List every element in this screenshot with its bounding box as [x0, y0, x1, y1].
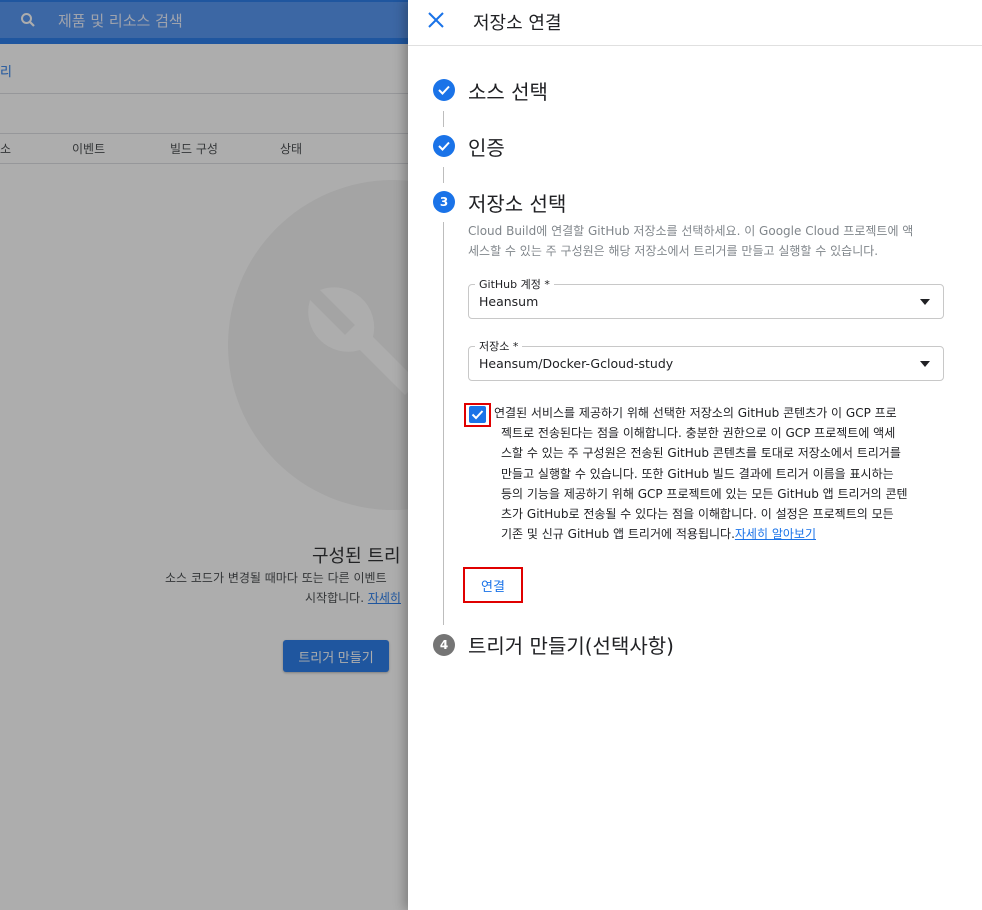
consent-line: 만들고 실행할 수 있습니다. 또한 GitHub 빌드 결과에 트리거 이름을… — [501, 466, 894, 481]
repository-label: 저장소 * — [475, 338, 523, 354]
step-3-description: Cloud Build에 연결할 GitHub 저장소를 선택하세요. 이 Go… — [468, 221, 948, 261]
step-2-title[interactable]: 인증 — [468, 132, 505, 161]
dropdown-arrow-icon — [920, 361, 930, 367]
step-4-title: 트리거 만들기(선택사항) — [468, 634, 674, 658]
consent-line: 기존 및 신규 GitHub 앱 트리거에 적용됩니다. — [501, 527, 735, 542]
description-line: Cloud Build에 연결할 GitHub 저장소를 선택하세요. 이 Go… — [468, 224, 914, 238]
step-connector — [443, 111, 444, 127]
dropdown-arrow-icon — [920, 299, 930, 305]
consent-text: 연결된 서비스를 제공하기 위해 선택한 저장소의 GitHub 콘텐츠가 이 … — [494, 403, 944, 544]
checkmark-icon — [471, 410, 484, 420]
consent-line: 츠가 GitHub로 전송될 수 있다는 점을 이해합니다. 이 설정은 프로젝… — [501, 507, 894, 522]
consent-checkbox[interactable] — [469, 406, 486, 423]
repository-value: Heansum/Docker-Gcloud-study — [479, 356, 674, 371]
step-1-check-icon — [433, 79, 455, 101]
github-account-value: Heansum — [479, 294, 539, 309]
step-connector — [443, 167, 444, 183]
connect-repository-panel: 저장소 연결 소스 선택 인증 3 저장소 선택 Cloud Build에 연결… — [408, 0, 982, 910]
step-3-connector — [443, 222, 444, 625]
step-2-check-icon — [433, 135, 455, 157]
consent-line: 스할 수 있는 주 구성원은 전송된 GitHub 콘텐츠를 토대로 저장소에서… — [501, 446, 901, 461]
step-3-title: 저장소 선택 — [468, 192, 567, 216]
close-icon[interactable] — [426, 10, 446, 30]
step-1-title[interactable]: 소스 선택 — [468, 76, 548, 105]
consent-line: 젝트로 전송된다는 점을 이해합니다. 충분한 권한으로 이 GCP 프로젝트에… — [501, 426, 896, 441]
consent-last-line: 기존 및 신규 GitHub 앱 트리거에 적용됩니다.자세히 알아보기 — [494, 524, 944, 544]
panel-title: 저장소 연결 — [473, 13, 562, 34]
consent-line: 연결된 서비스를 제공하기 위해 선택한 저장소의 GitHub 콘텐츠가 이 … — [494, 406, 897, 420]
step-3-number-icon: 3 — [433, 191, 455, 213]
connect-button[interactable]: 연결 — [468, 572, 518, 598]
github-account-label: GitHub 계정 * — [475, 276, 554, 292]
learn-more-link[interactable]: 자세히 알아보기 — [735, 527, 816, 541]
github-account-select[interactable]: GitHub 계정 * Heansum — [468, 276, 944, 319]
consent-line: 등의 기능을 제공하기 위해 GCP 프로젝트에 있는 모든 GitHub 앱 … — [501, 486, 908, 501]
panel-header: 저장소 연결 — [408, 0, 982, 46]
repository-select[interactable]: 저장소 * Heansum/Docker-Gcloud-study — [468, 338, 944, 381]
step-4-number-icon: 4 — [433, 634, 455, 656]
description-line: 세스할 수 있는 주 구성원은 해당 저장소에서 트리거를 만들고 실행할 수 … — [468, 244, 879, 258]
